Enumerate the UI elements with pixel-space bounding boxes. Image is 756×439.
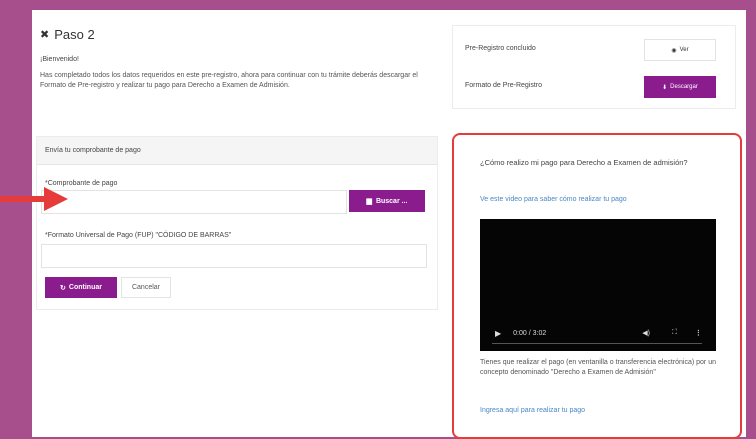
download-icon: ⬇	[662, 84, 668, 91]
refresh-icon: ↻	[60, 284, 66, 292]
formato-label: Formato de Pre-Registro	[465, 82, 543, 89]
descargar-button[interactable]: ⬇ Descargar	[644, 76, 716, 98]
status-panel: Pre-Registro concluido ◉ Ver Formato de …	[452, 25, 736, 109]
step-icon: ✖	[40, 29, 50, 41]
volume-icon[interactable]: ◀)	[642, 329, 650, 337]
intro-text: Has completado todos los datos requerido…	[40, 72, 418, 89]
payment-form-panel: Envía tu comprobante de pago *Comprobant…	[36, 136, 438, 310]
ver-label: Ver	[679, 47, 689, 53]
video-time: 0:00 / 3:02	[513, 329, 547, 337]
video-progress-bar[interactable]	[492, 343, 702, 344]
payment-note: Tienes que realizar el pago (en ventanil…	[480, 359, 716, 376]
fup-input[interactable]	[41, 244, 427, 268]
video-controls: ▶ 0:00 / 3:02 ◀) ⛶ ⋮	[480, 323, 716, 343]
ver-button[interactable]: ◉ Ver	[644, 39, 716, 61]
page-title: ✖ Paso 2	[40, 27, 95, 42]
folder-icon: ▆	[366, 198, 372, 205]
continue-button[interactable]: ↻ Continuar	[45, 277, 117, 298]
receipt-file-input[interactable]	[41, 190, 347, 214]
panel-heading: Envía tu comprobante de pago	[37, 137, 437, 165]
pre-registro-label: Pre-Registro concluido	[465, 45, 536, 52]
browse-button[interactable]: ▆ Buscar ...	[349, 190, 425, 212]
video-heading: ¿Cómo realizo mi pago para Derecho a Exa…	[480, 158, 688, 167]
browse-label: Buscar ...	[375, 197, 408, 205]
video-subtext: Ve este video para saber cómo realizar t…	[480, 196, 627, 203]
video-player[interactable]: ▶ 0:00 / 3:02 ◀) ⛶ ⋮	[480, 219, 716, 351]
fullscreen-icon[interactable]: ⛶	[672, 329, 677, 337]
welcome-text: ¡Bienvenido!	[40, 56, 79, 63]
continue-label: Continuar	[68, 284, 102, 291]
play-icon[interactable]: ▶	[495, 329, 501, 338]
cancel-button[interactable]: Cancelar	[121, 277, 171, 298]
more-options-icon[interactable]: ⋮	[695, 329, 702, 337]
red-arrow-icon	[0, 187, 68, 211]
fup-label: *Formato Universal de Pago (FUP) "CÓDIGO…	[45, 232, 232, 239]
payment-link[interactable]: Ingresa aquí para realizar tu pago	[480, 407, 585, 414]
descargar-label: Descargar	[670, 84, 698, 90]
video-help-panel: ¿Cómo realizo mi pago para Derecho a Exa…	[452, 133, 742, 439]
main-page: ✖ Paso 2 ¡Bienvenido! Has completado tod…	[32, 10, 746, 439]
eye-icon: ◉	[671, 47, 677, 54]
step-title: Paso 2	[54, 27, 95, 42]
